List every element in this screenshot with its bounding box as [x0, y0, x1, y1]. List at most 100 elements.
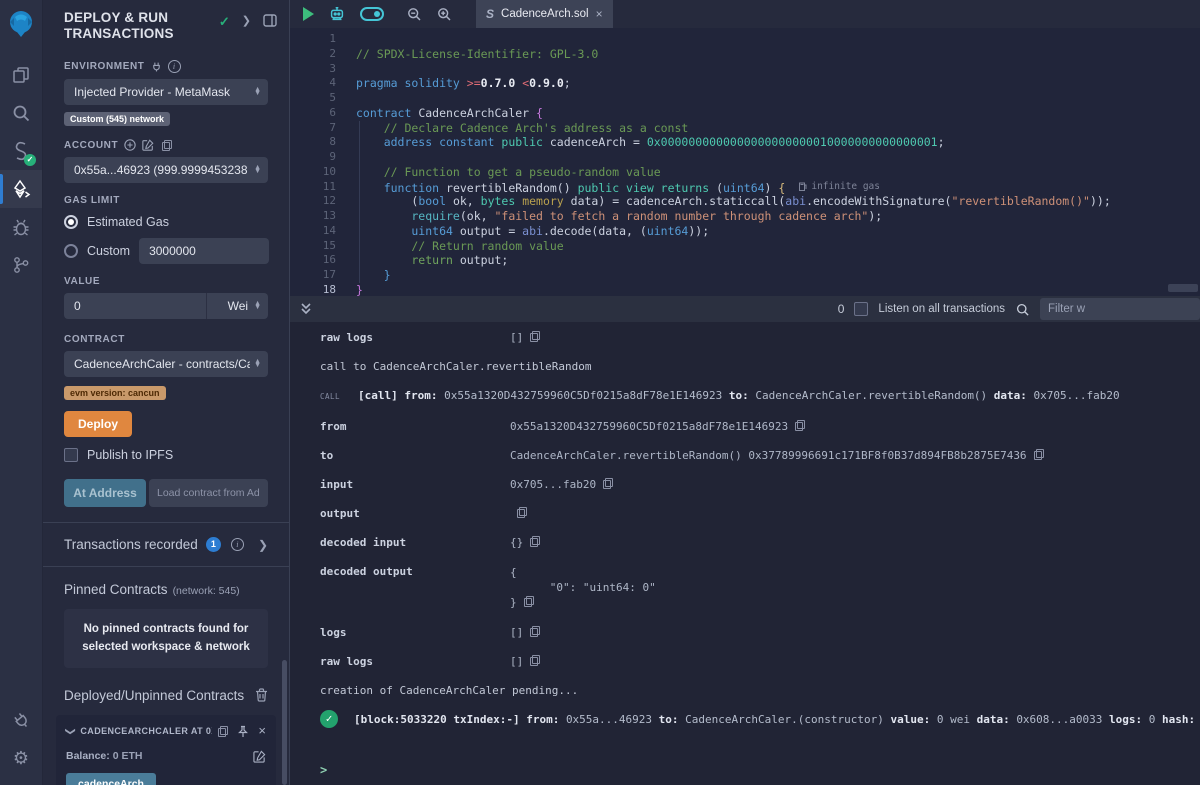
listen-transactions-checkbox[interactable]: [854, 302, 868, 316]
remix-ide: ✓ ⚙: [0, 0, 1200, 785]
zoom-in-icon[interactable]: [436, 6, 452, 22]
pinned-network-label: (network: 545): [173, 585, 240, 597]
account-select[interactable]: 0x55a...46923 (999.9999453238 ▲▼: [64, 157, 268, 183]
publish-ipfs-option: Publish to IPFS: [64, 448, 268, 462]
edit-balance-icon[interactable]: [253, 750, 266, 763]
code-line: 7 // Declare Cadence Arch's address as a…: [290, 121, 1200, 136]
value-label: VALUE: [64, 276, 100, 287]
deployed-contract-title: CADENCEARCHCALER AT 0X: [80, 726, 212, 736]
custom-gas-radio[interactable]: [64, 244, 78, 258]
contract-function-button[interactable]: cadenceArch: [66, 773, 156, 785]
pending-tx-count: 0: [838, 302, 845, 316]
code-line: 13 require(ok, "failed to fetch a random…: [290, 209, 1200, 224]
expand-terminal-chevrons-icon[interactable]: [300, 302, 312, 316]
transactions-chevron-icon[interactable]: ❯: [258, 538, 268, 552]
copy-icon[interactable]: [524, 596, 534, 607]
solidity-file-icon: S: [486, 7, 494, 21]
select-stepper-icon: ▲▼: [254, 360, 261, 368]
estimated-gas-option[interactable]: Estimated Gas: [64, 215, 268, 229]
transactions-recorded-label: Transactions recorded: [64, 537, 198, 552]
code-line: 12 (bool ok, bytes memory data) = cadenc…: [290, 194, 1200, 209]
copy-icon[interactable]: [530, 655, 540, 666]
popout-panel-icon[interactable]: [263, 14, 277, 27]
copy-icon[interactable]: [1034, 449, 1044, 460]
editor-scrollbar[interactable]: [1168, 284, 1198, 292]
terminal-header: 0 Listen on all transactions: [290, 296, 1200, 322]
deploy-run-icon[interactable]: [0, 170, 42, 208]
contract-select[interactable]: CadenceArchCaler - contracts/Cac ▲▼: [64, 351, 268, 377]
copy-icon[interactable]: [517, 507, 527, 518]
terminal-prompt[interactable]: >: [320, 763, 1200, 777]
ai-assistant-robot-icon[interactable]: [328, 5, 346, 23]
transactions-recorded-row[interactable]: Transactions recorded 1 i ❯: [43, 523, 289, 566]
code-editor[interactable]: 12// SPDX-License-Identifier: GPL-3.034p…: [290, 28, 1200, 296]
value-unit-select[interactable]: Wei ▲▼: [206, 293, 268, 319]
publish-ipfs-checkbox[interactable]: [64, 448, 78, 462]
debugger-icon[interactable]: [0, 208, 42, 246]
custom-gas-option: Custom: [64, 238, 268, 264]
code-line: 9: [290, 150, 1200, 165]
at-address-input[interactable]: [149, 479, 268, 507]
copilot-toggle[interactable]: [360, 7, 384, 21]
env-info-icon[interactable]: i: [168, 60, 181, 73]
contract-label: CONTRACT: [64, 334, 125, 345]
code-line: 17 }: [290, 268, 1200, 283]
git-branch-icon[interactable]: [0, 246, 42, 284]
tx-success-check-icon: ✓: [320, 710, 338, 728]
clear-contracts-trash-icon[interactable]: [255, 688, 268, 702]
transactions-info-icon[interactable]: i: [231, 538, 244, 551]
remix-logo-icon[interactable]: [6, 8, 36, 38]
transactions-count-badge: 1: [206, 537, 221, 552]
value-input[interactable]: [64, 293, 206, 319]
terminal-entry: raw logs[]: [320, 655, 1200, 668]
compile-success-badge: ✓: [24, 154, 36, 166]
search-icon[interactable]: [0, 94, 42, 132]
estimated-gas-radio[interactable]: [64, 215, 78, 229]
terminal-filter-input[interactable]: [1040, 298, 1200, 320]
copy-icon[interactable]: [795, 420, 805, 431]
code-line: 2// SPDX-License-Identifier: GPL-3.0: [290, 47, 1200, 62]
run-script-icon[interactable]: [303, 7, 314, 21]
terminal-entry: decoded input{}: [320, 536, 1200, 549]
deploy-button[interactable]: Deploy: [64, 411, 132, 437]
select-stepper-icon: ▲▼: [254, 88, 261, 96]
copy-icon[interactable]: [530, 331, 540, 342]
terminal[interactable]: raw logs[]call to CadenceArchCaler.rever…: [290, 322, 1200, 785]
copy-address-icon[interactable]: [218, 726, 228, 737]
solidity-compiler-icon[interactable]: ✓: [0, 132, 42, 170]
code-line: 16 return output;: [290, 253, 1200, 268]
gas-pump-icon: [799, 182, 807, 191]
terminal-entry: output: [320, 507, 1200, 520]
close-tab-icon[interactable]: ×: [596, 7, 603, 21]
code-line: 1: [290, 32, 1200, 47]
tab-cadencearch-sol[interactable]: S CadenceArch.sol ×: [476, 0, 613, 28]
select-stepper-icon: ▲▼: [254, 302, 261, 310]
edit-account-icon[interactable]: [142, 139, 154, 151]
add-account-icon[interactable]: [124, 139, 136, 151]
environment-select[interactable]: Injected Provider - MetaMask ▲▼: [64, 79, 268, 105]
copy-icon[interactable]: [530, 536, 540, 547]
deploy-run-panel: DEPLOY & RUN TRANSACTIONS ✓ ❯ ENVIRONMEN…: [42, 0, 290, 785]
copy-icon[interactable]: [603, 478, 613, 489]
zoom-out-icon[interactable]: [406, 6, 422, 22]
settings-gear-icon[interactable]: ⚙: [0, 739, 42, 777]
at-address-button[interactable]: At Address: [64, 479, 146, 507]
copy-account-icon[interactable]: [162, 140, 172, 151]
env-plug-icon[interactable]: [151, 61, 162, 72]
gas-limit-label: GAS LIMIT: [64, 195, 120, 206]
panel-scrollbar[interactable]: [282, 660, 287, 785]
env-ok-check-icon: ✓: [219, 14, 230, 30]
plugin-manager-icon[interactable]: [0, 701, 42, 739]
icon-rail: ✓ ⚙: [0, 0, 42, 785]
forward-chevron-icon[interactable]: ❯: [242, 14, 251, 27]
contract-function-buttons: cadenceArchrevertibleRa...: [66, 773, 266, 785]
code-line: 5: [290, 91, 1200, 106]
collapse-chevron-icon[interactable]: ❯: [65, 727, 76, 735]
terminal-search-icon[interactable]: [1015, 302, 1030, 317]
terminal-entry: logs[]: [320, 626, 1200, 639]
copy-icon[interactable]: [530, 626, 540, 637]
pin-contract-icon[interactable]: [237, 725, 249, 738]
file-explorer-icon[interactable]: [0, 56, 42, 94]
remove-contract-icon[interactable]: ×: [258, 726, 266, 736]
custom-gas-input[interactable]: [139, 238, 269, 264]
